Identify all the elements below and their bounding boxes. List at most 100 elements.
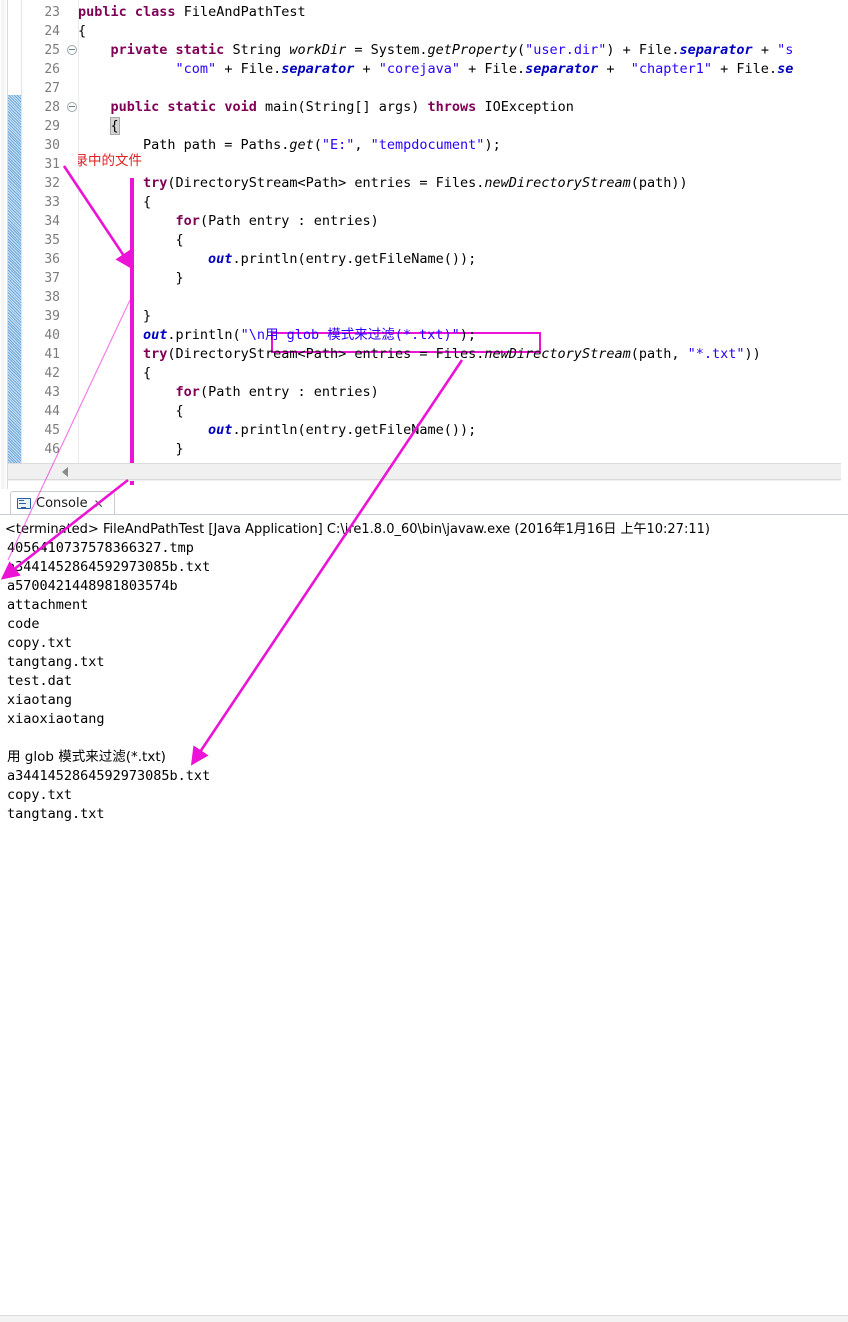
console-output-line: tangtang.txt	[7, 806, 105, 822]
code-token: +	[354, 61, 379, 77]
console-output-line: a5700421448981803574b	[7, 578, 178, 594]
code-token: (path,	[630, 346, 688, 362]
line-number: 36	[44, 252, 60, 267]
code-line[interactable]: try(DirectoryStream<Path> entries = File…	[78, 174, 688, 193]
line-number: 42	[44, 366, 60, 381]
code-line[interactable]: try(DirectoryStream<Path> entries = File…	[78, 345, 761, 364]
line-number: 27	[44, 81, 60, 96]
code-token: {	[78, 23, 87, 39]
code-line[interactable]: {	[78, 117, 120, 136]
code-token: out	[208, 422, 233, 438]
editor-code-area[interactable]: 迭代目录中的文件 public class FileAndPathTest{ p…	[78, 0, 848, 463]
scroll-left-arrow-icon[interactable]	[62, 467, 68, 477]
line-number: 43	[44, 385, 60, 400]
code-line[interactable]: {	[78, 364, 151, 383]
console-view[interactable]: Console ✕ <terminated> FileAndPathTest […	[0, 489, 848, 1322]
console-output-line: copy.txt	[7, 787, 73, 803]
code-line[interactable]: {	[78, 22, 86, 41]
code-line[interactable]: {	[78, 193, 151, 212]
code-token: (path))	[630, 175, 688, 191]
code-token: public	[78, 4, 135, 20]
line-number: 26	[44, 62, 60, 77]
code-token: getProperty	[427, 42, 517, 58]
line-number: 30	[44, 138, 60, 153]
code-token: +	[598, 61, 631, 77]
code-token: class	[134, 4, 184, 20]
code-line[interactable]: out.println(entry.getFileName());	[78, 421, 476, 440]
code-line[interactable]: out.println(entry.getFileName());	[78, 250, 476, 269]
editor-bottom-frame	[7, 479, 841, 480]
line-number: 24	[44, 24, 60, 39]
code-token: "s	[777, 42, 794, 58]
code-token: }	[78, 308, 152, 324]
console-output-line: xiaoxiaotang	[7, 711, 105, 727]
line-number: 33	[44, 195, 60, 210]
code-token: .println(entry.getFileName());	[232, 251, 477, 267]
console-output-line: code	[7, 616, 40, 632]
code-token: out	[208, 251, 233, 267]
console-output-line: tangtang.txt	[7, 654, 105, 670]
code-token: separator	[281, 61, 355, 77]
code-line[interactable]: Path path = Paths.get("E:", "tempdocumen…	[78, 136, 501, 155]
code-line[interactable]: public class FileAndPathTest	[78, 3, 306, 22]
code-token: newDirectoryStream	[484, 346, 631, 362]
eclipse-ide-screenshot: 23 24 25 26 27 28 29 30 31 32 33 34 35 36 37 38 39 40 41 42…	[0, 0, 848, 1322]
code-line[interactable]: out.println("\n用 glob 模式来过滤(*.txt)");	[78, 326, 476, 345]
code-token: {	[109, 117, 120, 135]
tab-console[interactable]: Console ✕	[10, 491, 115, 515]
line-number: 44	[44, 404, 60, 419]
line-number: 34	[44, 214, 60, 229]
code-token: +	[752, 42, 778, 58]
code-token: get	[289, 137, 314, 153]
code-token: (DirectoryStream<Path> entries = Files.	[167, 346, 485, 362]
line-number: 38	[44, 290, 60, 305]
close-icon[interactable]: ✕	[94, 497, 104, 511]
code-token: try	[143, 346, 168, 362]
fold-collapse-icon[interactable]	[67, 102, 77, 112]
line-number: 25	[44, 43, 60, 58]
code-token: (	[313, 137, 322, 153]
editor-left-frame	[0, 0, 8, 489]
code-line[interactable]: private static String workDir = System.g…	[78, 41, 794, 60]
line-number: 40	[44, 328, 60, 343]
code-token: se	[777, 61, 794, 77]
fold-collapse-icon[interactable]	[67, 45, 77, 55]
code-token: private	[110, 42, 176, 58]
code-token: + File.	[216, 61, 282, 77]
code-token: ) + File.	[606, 42, 680, 58]
code-token: void	[224, 99, 265, 115]
code-token: FileAndPathTest	[183, 4, 306, 20]
code-token: for	[175, 213, 200, 229]
code-line[interactable]: "com" + File.separator + "corejava" + Fi…	[78, 60, 794, 79]
status-bar	[0, 1315, 848, 1322]
console-icon	[17, 497, 31, 510]
console-output-line: copy.txt	[7, 635, 73, 651]
code-token: "com"	[175, 61, 217, 77]
code-line[interactable]: public static void main(String[] args) t…	[78, 98, 574, 117]
code-token: "\n用 glob 模式来过滤(*.txt)"	[240, 327, 460, 343]
java-editor-pane[interactable]: 23 24 25 26 27 28 29 30 31 32 33 34 35 36 37 38 39 40 41 42…	[0, 0, 848, 489]
line-number: 35	[44, 233, 60, 248]
code-token: {	[78, 365, 152, 381]
code-token: .println(entry.getFileName());	[232, 422, 477, 438]
code-token: = System.	[346, 42, 428, 58]
code-token: IOException	[484, 99, 574, 115]
code-line[interactable]: for(Path entry : entries)	[78, 383, 379, 402]
code-token: "corejava"	[378, 61, 461, 77]
code-token: "tempdocument"	[370, 137, 485, 153]
line-number: 45	[44, 423, 60, 438]
line-number: 41	[44, 347, 60, 362]
code-line[interactable]: for(Path entry : entries)	[78, 212, 379, 231]
code-token: main(String[] args)	[264, 99, 428, 115]
console-output-area[interactable]: <terminated> FileAndPathTest [Java Appli…	[0, 515, 848, 832]
editor-frame-corner	[7, 463, 8, 480]
line-number: 32	[44, 176, 60, 191]
code-token: newDirectoryStream	[484, 175, 631, 191]
code-token: static	[167, 99, 225, 115]
code-line[interactable]: }	[78, 307, 151, 326]
